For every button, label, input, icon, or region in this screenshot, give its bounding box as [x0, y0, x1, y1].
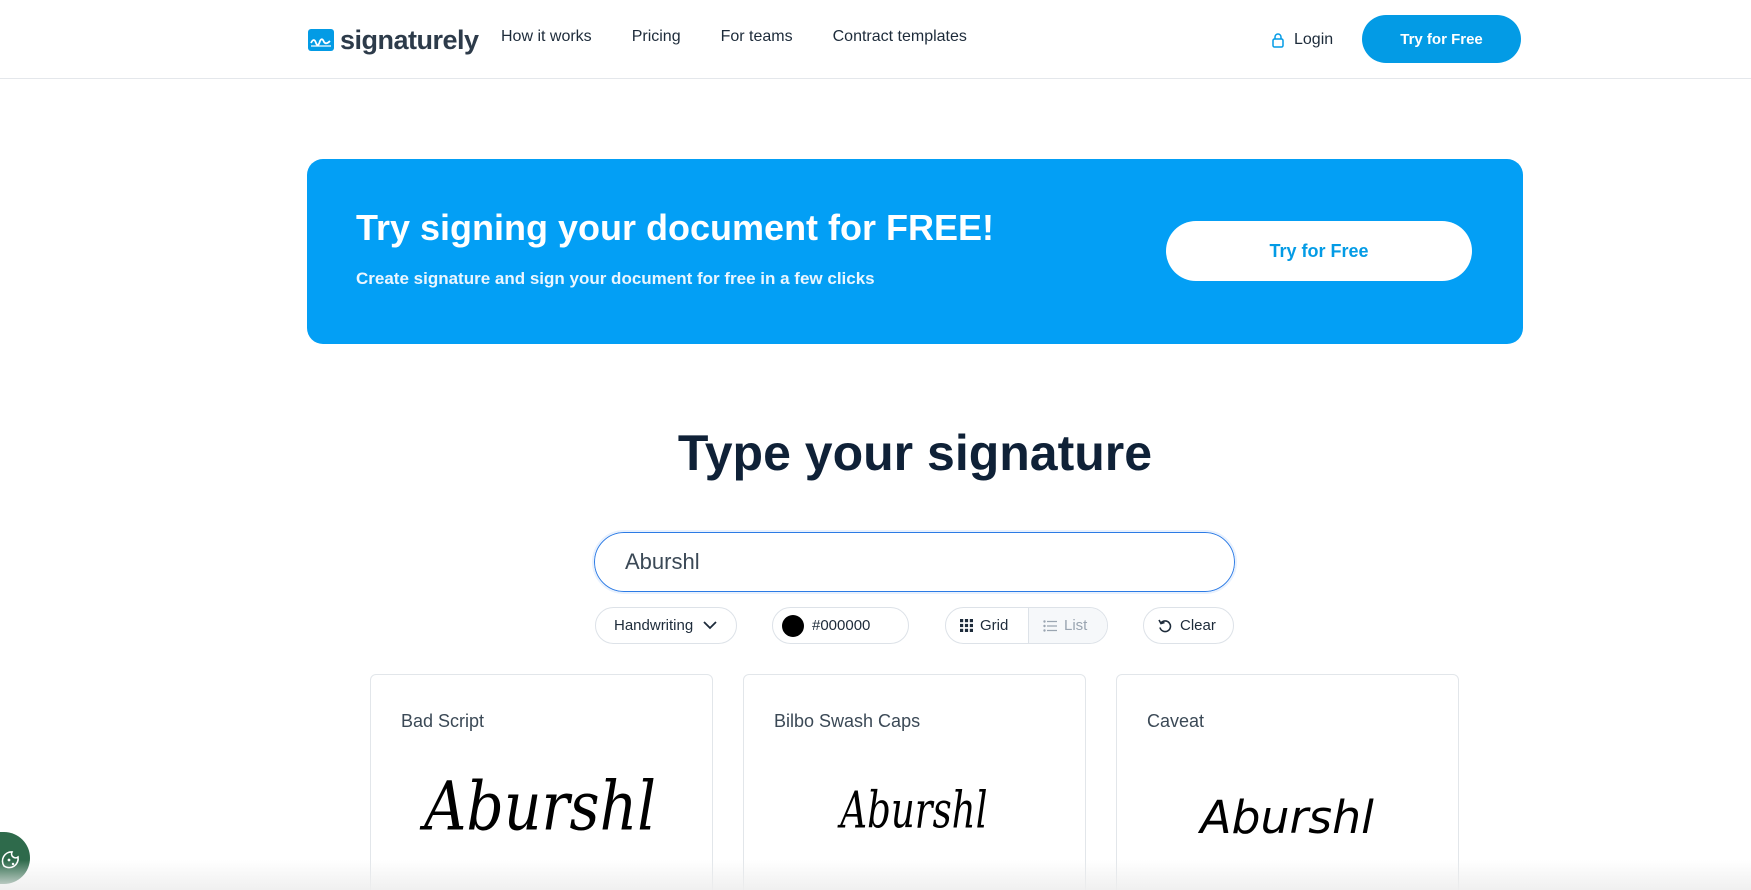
nav-for-teams[interactable]: For teams [721, 28, 793, 46]
signature-card[interactable]: Caveat Aburshl [1116, 674, 1459, 890]
site-header: signaturely How it works Pricing For tea… [0, 0, 1751, 79]
banner-title: Try signing your document for FREE! [356, 207, 995, 248]
color-value: #000000 [812, 617, 871, 634]
view-list-button[interactable]: List [1029, 608, 1107, 643]
login-link[interactable]: Login [1272, 31, 1333, 49]
signature-card[interactable]: Bad Script Aburshl [370, 674, 713, 890]
clear-button[interactable]: Clear [1143, 607, 1234, 644]
signature-preview: Aburshl [419, 770, 656, 845]
signature-preview: Aburshl [1197, 791, 1374, 844]
view-grid-button[interactable]: Grid [946, 608, 1029, 643]
font-style-select[interactable]: Handwriting [595, 607, 737, 644]
chevron-down-icon [703, 621, 717, 630]
card-font-name: Bilbo Swash Caps [774, 711, 921, 731]
svg-text:Aburshl: Aburshl [837, 782, 988, 840]
svg-text:Aburshl: Aburshl [1197, 791, 1374, 844]
font-style-value: Handwriting [614, 617, 694, 634]
nav-contract-templates[interactable]: Contract templates [833, 28, 967, 46]
lock-icon [1272, 32, 1284, 48]
reset-icon [1158, 619, 1172, 632]
header-try-free-button[interactable]: Try for Free [1362, 15, 1521, 63]
login-label: Login [1294, 31, 1334, 48]
logo[interactable]: signaturely [308, 22, 479, 58]
logo-text: signaturely [340, 24, 479, 55]
banner-subtitle: Create signature and sign your document … [356, 269, 875, 288]
clear-label: Clear [1180, 617, 1216, 634]
view-list-label: List [1064, 617, 1088, 634]
color-swatch [782, 614, 804, 637]
card-font-name: Caveat [1147, 711, 1205, 731]
grid-icon [960, 619, 973, 632]
main-nav: How it works Pricing For teams Contract … [501, 28, 1007, 46]
bottom-fade [0, 860, 1751, 890]
banner-try-free-button[interactable]: Try for Free [1166, 221, 1472, 281]
color-picker[interactable]: #000000 [772, 607, 909, 644]
view-toggle: Grid List [945, 607, 1108, 644]
signature-card[interactable]: Bilbo Swash Caps Aburshl [743, 674, 1086, 890]
nav-how-it-works[interactable]: How it works [501, 28, 592, 46]
signature-preview: Aburshl [837, 782, 988, 840]
view-grid-label: Grid [980, 617, 1009, 634]
logo-signature-icon [308, 29, 334, 51]
promo-banner: Try signing your document for FREE! Crea… [307, 159, 1523, 344]
svg-text:Aburshl: Aburshl [419, 770, 656, 845]
card-font-name: Bad Script [401, 711, 485, 731]
page-title: Type your signature [677, 425, 1153, 481]
list-icon [1043, 619, 1057, 632]
nav-pricing[interactable]: Pricing [632, 28, 681, 46]
signature-name-input[interactable] [592, 530, 1237, 594]
